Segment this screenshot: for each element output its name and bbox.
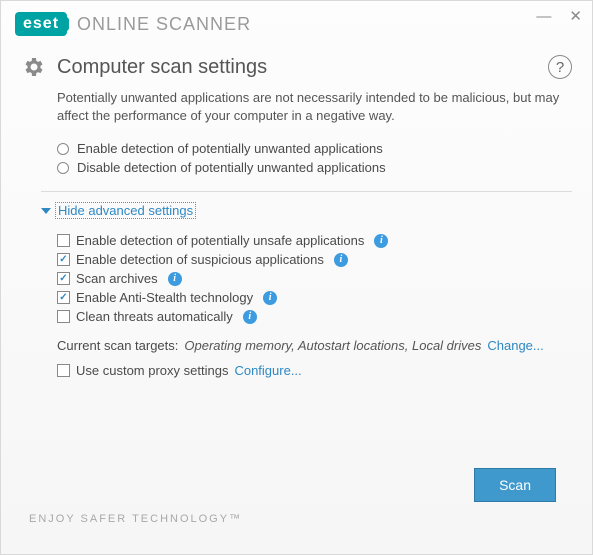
option-label: Scan archives xyxy=(76,271,158,286)
radio-label: Enable detection of potentially unwanted… xyxy=(77,141,383,156)
radio-icon xyxy=(57,162,69,174)
advanced-option-row[interactable]: Enable detection of suspicious applicati… xyxy=(57,250,572,269)
option-label: Enable detection of suspicious applicati… xyxy=(76,252,324,267)
proxy-row: Use custom proxy settings Configure... xyxy=(57,363,572,378)
radio-enable-pua[interactable]: Enable detection of potentially unwanted… xyxy=(57,139,572,158)
page-header: Computer scan settings ? xyxy=(21,55,572,79)
checkbox[interactable] xyxy=(57,234,70,247)
targets-label: Current scan targets: xyxy=(57,338,178,353)
advanced-option-row[interactable]: Clean threats automatically i xyxy=(57,307,572,326)
window-controls: — ✕ xyxy=(536,9,582,24)
toggle-advanced-label: Hide advanced settings xyxy=(55,202,196,219)
footer-tagline: ENJOY SAFER TECHNOLOGY™ xyxy=(29,513,242,525)
page-description: Potentially unwanted applications are no… xyxy=(57,89,572,125)
app-window: eset ONLINE SCANNER — ✕ Computer scan se… xyxy=(0,0,593,555)
change-targets-link[interactable]: Change... xyxy=(487,338,543,353)
info-icon[interactable]: i xyxy=(374,234,388,248)
proxy-label: Use custom proxy settings xyxy=(76,363,228,378)
advanced-option-row[interactable]: Scan archives i xyxy=(57,269,572,288)
info-icon[interactable]: i xyxy=(334,253,348,267)
radio-label: Disable detection of potentially unwante… xyxy=(77,160,386,175)
content-area: Computer scan settings ? Potentially unw… xyxy=(1,47,592,484)
gear-icon xyxy=(21,55,45,79)
advanced-options: Enable detection of potentially unsafe a… xyxy=(57,231,572,326)
minimize-button[interactable]: — xyxy=(536,9,551,24)
chevron-down-icon xyxy=(41,208,51,214)
help-button[interactable]: ? xyxy=(548,55,572,79)
separator xyxy=(41,191,572,192)
scan-targets-row: Current scan targets: Operating memory, … xyxy=(57,338,572,353)
checkbox[interactable] xyxy=(57,310,70,323)
checkbox[interactable] xyxy=(57,291,70,304)
footer: ENJOY SAFER TECHNOLOGY™ xyxy=(1,484,592,554)
pua-radio-group: Enable detection of potentially unwanted… xyxy=(57,139,572,177)
radio-disable-pua[interactable]: Disable detection of potentially unwante… xyxy=(57,158,572,177)
targets-value: Operating memory, Autostart locations, L… xyxy=(184,338,481,353)
checkbox[interactable] xyxy=(57,272,70,285)
titlebar: eset ONLINE SCANNER — ✕ xyxy=(1,1,592,47)
radio-icon xyxy=(57,143,69,155)
info-icon[interactable]: i xyxy=(263,291,277,305)
option-label: Clean threats automatically xyxy=(76,309,233,324)
page-title: Computer scan settings xyxy=(57,56,548,79)
advanced-option-row[interactable]: Enable Anti-Stealth technology i xyxy=(57,288,572,307)
toggle-advanced-settings[interactable]: Hide advanced settings xyxy=(41,202,572,219)
info-icon[interactable]: i xyxy=(168,272,182,286)
product-name: ONLINE SCANNER xyxy=(77,14,251,35)
configure-proxy-link[interactable]: Configure... xyxy=(234,363,301,378)
advanced-option-row[interactable]: Enable detection of potentially unsafe a… xyxy=(57,231,572,250)
option-label: Enable Anti-Stealth technology xyxy=(76,290,253,305)
brand-name: eset xyxy=(15,12,67,36)
brand-logo: eset ONLINE SCANNER xyxy=(15,12,251,36)
checkbox-proxy[interactable] xyxy=(57,364,70,377)
option-label: Enable detection of potentially unsafe a… xyxy=(76,233,364,248)
close-button[interactable]: ✕ xyxy=(569,9,582,24)
checkbox[interactable] xyxy=(57,253,70,266)
info-icon[interactable]: i xyxy=(243,310,257,324)
